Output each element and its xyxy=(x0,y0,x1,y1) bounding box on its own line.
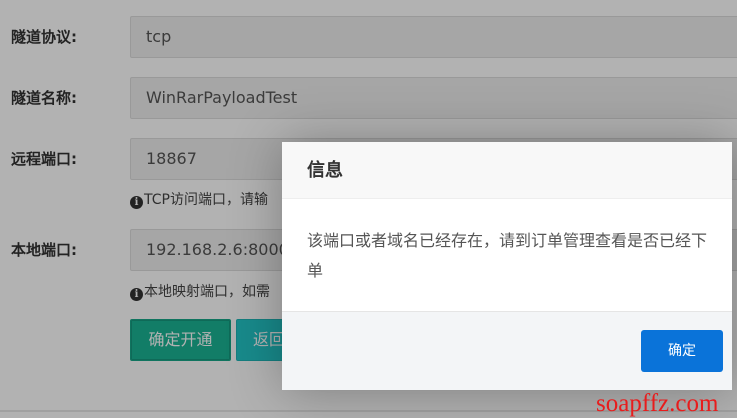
dialog-title: 信息 xyxy=(282,142,732,199)
dialog-footer: 确定 xyxy=(282,311,732,390)
info-dialog: 信息 该端口或者域名已经存在，请到订单管理查看是否已经下单 确定 xyxy=(282,142,732,390)
watermark: soapffz.com xyxy=(596,390,719,417)
dialog-ok-button[interactable]: 确定 xyxy=(641,330,723,372)
dialog-message: 该端口或者域名已经存在，请到订单管理查看是否已经下单 xyxy=(307,231,708,280)
